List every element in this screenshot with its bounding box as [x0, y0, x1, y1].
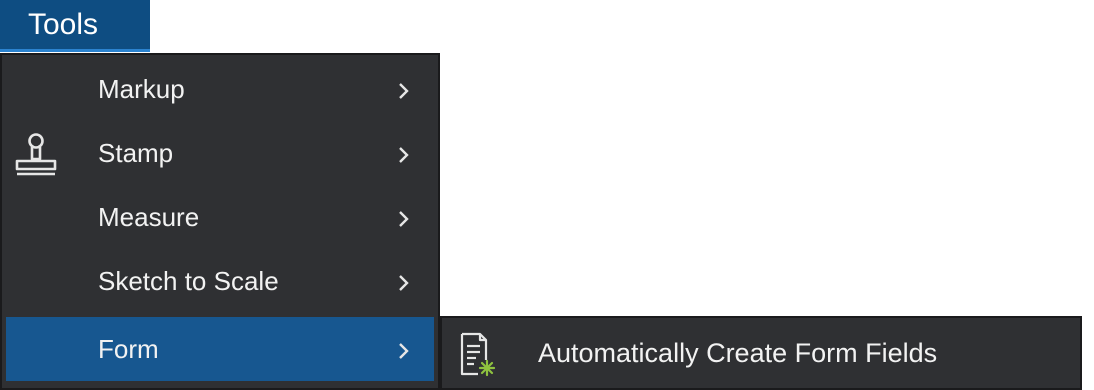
menu-item-label: Stamp [98, 138, 174, 168]
menu-item-label: Markup [98, 74, 185, 104]
menu-tools[interactable]: Tools [0, 0, 150, 52]
submenu-item-label: Automatically Create Form Fields [538, 338, 938, 368]
form-submenu: Automatically Create Form Fields [440, 316, 1082, 390]
chevron-right-icon [399, 211, 409, 227]
stamp-icon [15, 133, 57, 176]
menu-item-label: Form [98, 334, 159, 364]
tools-dropdown-menu: Markup Stamp Measure Sketch to Scale For… [0, 53, 440, 390]
menu-item-label: Measure [98, 202, 200, 232]
menu-item-label: Sketch to Scale [98, 266, 279, 296]
chevron-right-icon [399, 147, 409, 163]
form-fields-icon [460, 332, 496, 377]
menu-item-auto-create-form-fields[interactable]: Automatically Create Form Fields [442, 318, 1080, 388]
menu-tools-label: Tools [28, 8, 99, 41]
menu-item-form[interactable]: Form [6, 317, 434, 381]
chevron-right-icon [399, 275, 409, 291]
menu-item-measure[interactable]: Measure [2, 185, 438, 249]
app-root: Tools Markup Stamp Measure Sketch to Sca… [0, 0, 1094, 390]
menu-item-stamp[interactable]: Stamp [2, 121, 438, 185]
menu-item-sketch-to-scale[interactable]: Sketch to Scale [2, 249, 438, 313]
menu-item-markup[interactable]: Markup [2, 57, 438, 121]
chevron-right-icon [399, 343, 409, 359]
chevron-right-icon [399, 83, 409, 99]
